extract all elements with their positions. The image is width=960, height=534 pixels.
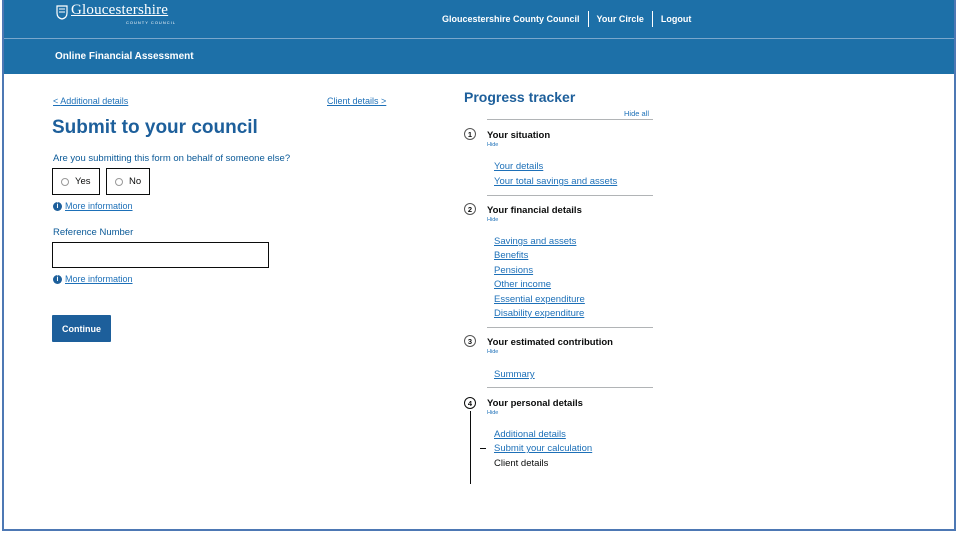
step-title: Your estimated contribution (487, 337, 613, 348)
step-link[interactable]: Your details (494, 161, 543, 172)
more-information-link[interactable]: i More information (53, 274, 133, 284)
step-hide-link[interactable]: Hide (487, 217, 498, 223)
step-number: 3 (464, 335, 476, 347)
step-link[interactable]: Disability expenditure (494, 308, 584, 319)
crest-icon (56, 5, 68, 20)
back-link-label: Additional details (60, 96, 129, 106)
more-information-label[interactable]: More information (65, 274, 133, 284)
step-item-upcoming: Client details (494, 458, 549, 469)
step-link[interactable]: Essential expenditure (494, 294, 585, 305)
next-link-label: Client details (327, 96, 379, 106)
service-bar: Online Financial Assessment (4, 39, 954, 74)
back-link[interactable]: < Additional details (53, 96, 128, 106)
logo-name: Gloucestershire (71, 2, 169, 18)
step-link[interactable]: Additional details (494, 429, 566, 440)
info-icon: i (53, 274, 62, 284)
step-hide-link[interactable]: Hide (487, 349, 498, 355)
step-title: Your financial details (487, 205, 582, 216)
your-circle-link[interactable]: Your Circle (597, 14, 644, 24)
top-header: Gloucestershire COUNTY COUNCIL Glouceste… (4, 0, 954, 38)
separator (651, 11, 653, 27)
step-link[interactable]: Savings and assets (494, 236, 576, 247)
step-number: 2 (464, 203, 476, 215)
radio-yes-label: Yes (75, 176, 91, 187)
radio-yes[interactable]: Yes (52, 168, 100, 195)
radio-no-label: No (129, 176, 142, 187)
progress-line (470, 411, 471, 484)
info-icon: i (53, 201, 62, 211)
step-hide-link[interactable]: Hide (487, 142, 498, 148)
logout-link[interactable]: Logout (661, 14, 692, 24)
step-link[interactable]: Summary (494, 369, 535, 380)
logo-subtitle: COUNTY COUNCIL (126, 20, 176, 25)
next-link[interactable]: Client details > (327, 96, 386, 106)
current-step-marker (480, 448, 486, 449)
continue-button[interactable]: Continue (52, 315, 111, 342)
step-link[interactable]: Other income (494, 279, 551, 290)
step-hide-link[interactable]: Hide (487, 410, 498, 416)
step-number-active: 4 (464, 397, 476, 409)
reference-number-input[interactable] (52, 242, 269, 268)
more-information-link[interactable]: i More information (53, 201, 133, 211)
divider (487, 327, 653, 328)
question-label: Are you submitting this form on behalf o… (53, 153, 291, 164)
step-link-current[interactable]: Submit your calculation (494, 443, 592, 454)
page-title: Submit to your council (52, 117, 258, 138)
divider (487, 119, 653, 120)
radio-no[interactable]: No (106, 168, 150, 195)
step-number: 1 (464, 128, 476, 140)
radio-circle-icon (61, 177, 69, 186)
divider (487, 387, 653, 388)
hide-all-link[interactable]: Hide all (624, 109, 649, 118)
reference-label: Reference Number (53, 227, 134, 238)
divider (487, 195, 653, 196)
header-links: Gloucestershire County Council Your Circ… (442, 11, 691, 27)
council-link[interactable]: Gloucestershire County Council (442, 14, 580, 24)
tracker-title: Progress tracker (464, 89, 576, 105)
radio-circle-icon (115, 177, 123, 186)
separator (587, 11, 589, 27)
service-title: Online Financial Assessment (55, 51, 194, 62)
step-link[interactable]: Benefits (494, 250, 528, 261)
step-link[interactable]: Your total savings and assets (494, 176, 617, 187)
step-title: Your situation (487, 130, 551, 141)
step-link[interactable]: Pensions (494, 265, 533, 276)
more-information-label[interactable]: More information (65, 201, 133, 211)
step-title: Your personal details (487, 398, 583, 409)
